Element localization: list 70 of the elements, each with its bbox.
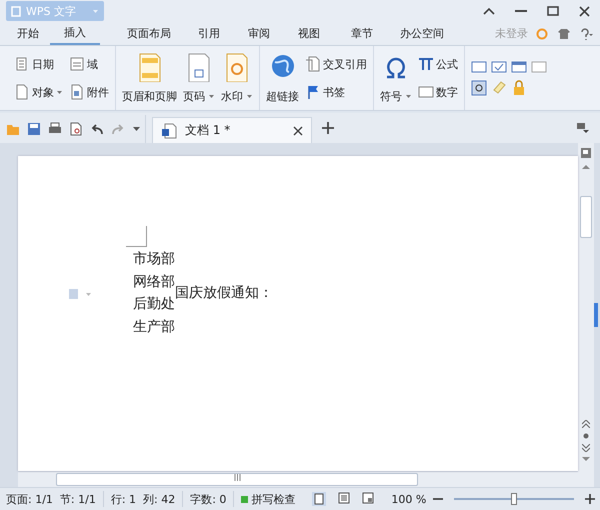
text-box-icon[interactable] <box>471 60 487 74</box>
notice-title: 国庆放假通知： <box>175 284 273 302</box>
lock-icon[interactable] <box>511 80 527 96</box>
ribbon-button[interactable]: 水印 <box>221 50 253 106</box>
zoom-in-icon[interactable] <box>585 494 596 504</box>
vertical-scrollbar[interactable] <box>580 196 592 238</box>
status-field: 行: 1 <box>110 492 136 506</box>
pi-icon <box>418 56 434 72</box>
horizontal-scrollbar[interactable] <box>56 473 418 486</box>
undo-icon[interactable] <box>90 123 104 135</box>
corner-mark <box>126 226 147 247</box>
plus-icon[interactable] <box>322 122 334 134</box>
ribbon-button[interactable]: 数字 <box>418 84 458 100</box>
ribbon-button[interactable]: 交叉引用 <box>305 56 367 72</box>
tab-menu-icon[interactable] <box>576 122 590 134</box>
menu-tab[interactable]: 页面布局 <box>114 23 184 44</box>
ribbon-button[interactable]: 页码 <box>183 50 215 106</box>
help-icon[interactable] <box>580 28 594 40</box>
ribbon-button[interactable]: 对象 <box>14 84 63 100</box>
zoom-reading: 100 % <box>391 492 426 506</box>
checkbox-icon[interactable] <box>491 60 507 74</box>
caret-icon <box>92 8 99 14</box>
menu-tab[interactable]: 开始 <box>6 23 50 44</box>
select-browse-object-icon[interactable] <box>583 433 589 439</box>
attachment-icon <box>69 84 85 100</box>
department-line: 市场部 <box>133 250 175 269</box>
menu-tab[interactable]: 引用 <box>184 23 234 44</box>
status-field: 字数: 0 <box>190 492 226 506</box>
next-page-icon[interactable] <box>582 444 590 452</box>
close-icon[interactable] <box>579 6 590 16</box>
outline-view-icon[interactable] <box>338 492 350 504</box>
page-view-icon[interactable] <box>312 492 326 506</box>
web-view-icon[interactable] <box>362 492 374 504</box>
ribbon-button[interactable]: 符号 <box>380 50 412 106</box>
department-line: 生产部 <box>133 318 175 337</box>
menu-tab[interactable]: 章节 <box>334 23 390 44</box>
department-line: 网络部 <box>133 272 175 292</box>
print-preview-icon[interactable] <box>69 122 83 136</box>
printer-icon[interactable] <box>48 122 62 136</box>
status-field: 列: 42 <box>143 492 176 506</box>
list-box-icon[interactable] <box>511 60 527 74</box>
menu-tab[interactable]: 审阅 <box>234 23 284 44</box>
ribbon-button[interactable]: 附件 <box>69 84 109 100</box>
grip-icon <box>232 474 242 481</box>
status-field: 页面: 1/1 <box>6 492 53 506</box>
collapse-icon[interactable] <box>483 7 495 15</box>
document-tab[interactable]: 文档 1 * <box>152 117 312 143</box>
ribbon-button[interactable]: 日期 <box>14 56 63 72</box>
ruler-toggle-icon[interactable] <box>580 147 592 159</box>
department-line: 后勤处 <box>133 295 175 314</box>
close-icon[interactable] <box>293 126 303 136</box>
ribbon-button[interactable]: 域 <box>69 56 109 72</box>
ribbon-button[interactable]: 书签 <box>305 84 367 100</box>
previous-page-icon[interactable] <box>582 420 590 428</box>
save-icon[interactable] <box>27 122 41 136</box>
shirt-icon[interactable] <box>558 28 570 40</box>
minimize-icon[interactable] <box>515 7 527 15</box>
ribbon-button[interactable]: 页眉和页脚 <box>122 50 177 106</box>
side-panel-handle-icon[interactable] <box>594 303 598 327</box>
menu-tab[interactable]: 办公空间 <box>390 23 454 44</box>
menu-tab[interactable]: 视图 <box>284 23 334 44</box>
ribbon-button[interactable]: 超链接 <box>266 50 299 106</box>
status-field: 节: 1/1 <box>60 492 96 506</box>
maximize-icon[interactable] <box>547 6 559 16</box>
slider-thumb[interactable] <box>511 493 518 505</box>
scroll-down-icon[interactable] <box>582 457 590 462</box>
scroll-up-icon[interactable] <box>582 164 590 169</box>
caret-icon[interactable] <box>132 126 141 132</box>
ribbon-button[interactable]: 公式 <box>418 56 458 72</box>
spell-check-button[interactable]: 拼写检查 <box>241 492 296 506</box>
